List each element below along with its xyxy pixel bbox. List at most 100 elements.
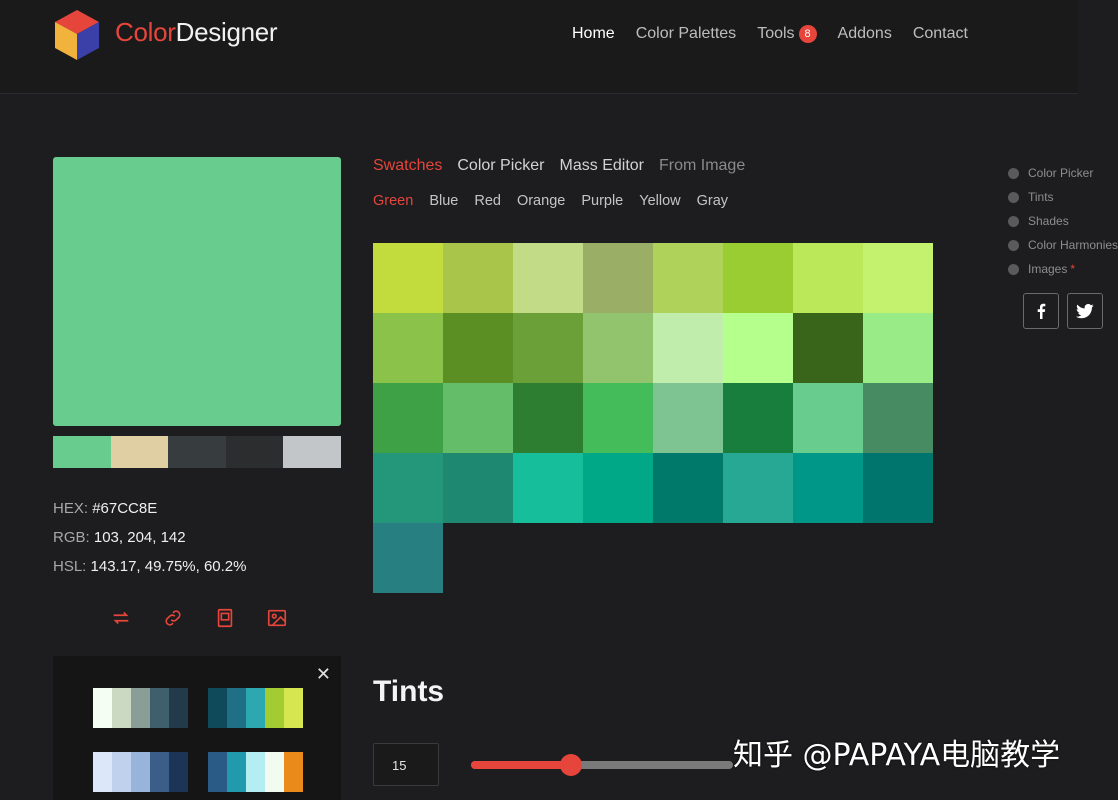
saved-palette-color (131, 688, 150, 728)
nav-color-palettes[interactable]: Color Palettes (636, 25, 737, 43)
tab-from-image[interactable]: From Image (659, 157, 745, 175)
swatch-cell[interactable] (863, 383, 933, 453)
swatch-cell[interactable] (653, 383, 723, 453)
nav-home[interactable]: Home (572, 25, 615, 43)
bullet-icon (1008, 215, 1019, 227)
saved-palette[interactable] (208, 752, 303, 792)
swatch-cell[interactable] (793, 313, 863, 383)
saved-palette-color (93, 752, 112, 792)
swatch-cell[interactable] (513, 453, 583, 523)
section-nav-tints[interactable]: Tints (1008, 185, 1118, 209)
color-family-tab-blue[interactable]: Blue (429, 193, 458, 209)
swatch-cell[interactable] (443, 383, 513, 453)
swatch-cell[interactable] (723, 453, 793, 523)
color-family-tab-green[interactable]: Green (373, 193, 413, 209)
color-family-tab-gray[interactable]: Gray (697, 193, 728, 209)
link-icon[interactable] (162, 607, 184, 629)
color-family-tab-orange[interactable]: Orange (517, 193, 565, 209)
saved-palette-color (208, 752, 227, 792)
palette-strip-color[interactable] (168, 436, 226, 468)
swatch-cell[interactable] (793, 243, 863, 313)
palette-strip-color[interactable] (110, 436, 169, 468)
close-icon[interactable]: ✕ (316, 664, 331, 685)
swatch-cell[interactable] (513, 313, 583, 383)
brand-name[interactable]: ColorDesigner (115, 17, 278, 48)
saved-palette-color (246, 688, 265, 728)
color-family-tab-purple[interactable]: Purple (581, 193, 623, 209)
swatch-cell[interactable] (583, 313, 653, 383)
swatch-cell[interactable] (723, 383, 793, 453)
swatch-cell[interactable] (583, 243, 653, 313)
swatch-cell[interactable] (373, 523, 443, 593)
twitter-icon (1076, 303, 1094, 318)
swatch-cell[interactable] (373, 383, 443, 453)
nav-tools[interactable]: Tools 8 (757, 25, 817, 43)
section-nav-label: Color Picker (1028, 166, 1094, 180)
social-links (1023, 293, 1103, 329)
tab-swatches[interactable]: Swatches (373, 157, 442, 175)
swatch-cell[interactable] (863, 243, 933, 313)
selected-color-preview[interactable] (53, 157, 341, 426)
swatch-cell[interactable] (583, 383, 653, 453)
swatch-cell[interactable] (793, 383, 863, 453)
swatch-cell[interactable] (723, 243, 793, 313)
saved-palette-color (150, 688, 169, 728)
saved-palette[interactable] (93, 688, 188, 728)
facebook-icon (1037, 303, 1046, 319)
section-nav-images[interactable]: Images * (1008, 257, 1118, 281)
section-nav-shades[interactable]: Shades (1008, 209, 1118, 233)
saved-palette[interactable] (208, 688, 303, 728)
swap-icon[interactable] (110, 607, 132, 629)
section-nav-color-picker[interactable]: Color Picker (1008, 161, 1118, 185)
rgb-value-row[interactable]: RGB: 103, 204, 142 (53, 523, 247, 552)
swatch-cell[interactable] (443, 243, 513, 313)
facebook-button[interactable] (1023, 293, 1059, 329)
swatch-cell[interactable] (653, 313, 723, 383)
tints-count-input[interactable]: 15 (373, 743, 439, 786)
swatch-cell[interactable] (583, 453, 653, 523)
swatch-cell[interactable] (723, 313, 793, 383)
saved-palette-color (265, 752, 284, 792)
saved-palettes-panel: ✕ (53, 656, 341, 800)
section-nav-color-harmonies[interactable]: Color Harmonies (1008, 233, 1118, 257)
tints-slider[interactable] (471, 754, 733, 776)
swatch-cell[interactable] (513, 383, 583, 453)
cube-logo-icon[interactable] (52, 8, 102, 62)
palette-strip (53, 436, 341, 468)
bullet-icon (1008, 263, 1019, 275)
image-icon[interactable] (266, 607, 288, 629)
swatch-cell[interactable] (653, 243, 723, 313)
saved-palette[interactable] (93, 752, 188, 792)
saved-palette-color (246, 752, 265, 792)
palette-strip-color[interactable] (283, 436, 341, 468)
swatch-cell[interactable] (443, 313, 513, 383)
swatch-cell[interactable] (513, 243, 583, 313)
swatch-cell[interactable] (373, 453, 443, 523)
palette-strip-color[interactable] (225, 436, 284, 468)
saved-palette-color (284, 688, 303, 728)
save-icon[interactable] (214, 607, 236, 629)
tints-slider-handle[interactable] (559, 754, 582, 776)
hsl-value-row[interactable]: HSL: 143.17, 49.75%, 60.2% (53, 552, 247, 581)
swatch-cell[interactable] (863, 453, 933, 523)
color-family-tab-yellow[interactable]: Yellow (639, 193, 680, 209)
tab-color-picker[interactable]: Color Picker (457, 157, 544, 175)
swatch-cell[interactable] (373, 243, 443, 313)
tab-mass-editor[interactable]: Mass Editor (560, 157, 644, 175)
nav-addons[interactable]: Addons (838, 25, 892, 43)
saved-palette-color (169, 752, 188, 792)
hex-value-row[interactable]: HEX: #67CC8E (53, 494, 247, 523)
nav-contact[interactable]: Contact (913, 25, 968, 43)
swatch-cell[interactable] (443, 453, 513, 523)
swatch-cell[interactable] (653, 453, 723, 523)
section-nav-label: Images (1028, 262, 1068, 276)
swatch-cell[interactable] (373, 313, 443, 383)
saved-palette-color (93, 688, 112, 728)
saved-palette-color (208, 688, 227, 728)
saved-palette-color (227, 688, 246, 728)
palette-strip-color[interactable] (53, 436, 111, 468)
twitter-button[interactable] (1067, 293, 1103, 329)
swatch-cell[interactable] (863, 313, 933, 383)
color-family-tab-red[interactable]: Red (474, 193, 501, 209)
swatch-cell[interactable] (793, 453, 863, 523)
